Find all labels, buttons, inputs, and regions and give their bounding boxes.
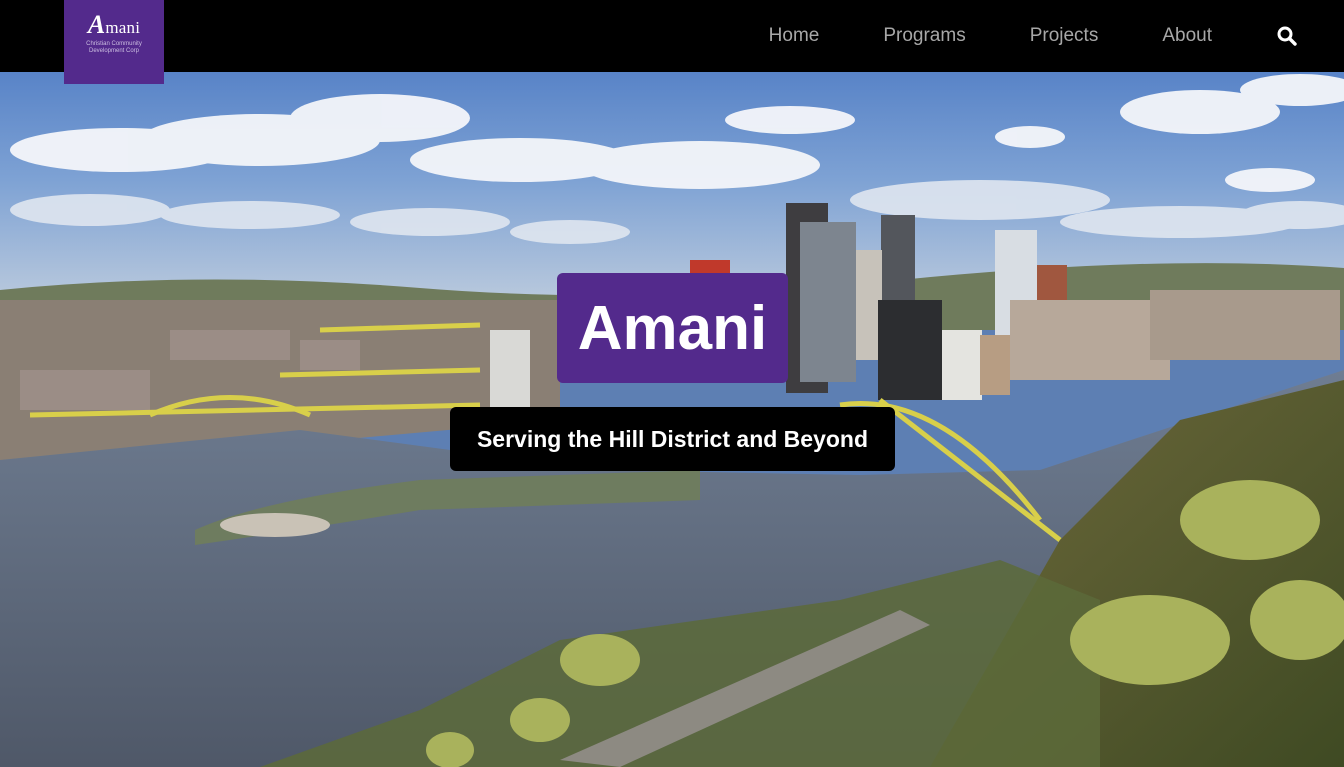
nav-link-projects[interactable]: Projects xyxy=(1030,25,1099,47)
logo-subtitle: Christian Community Development Corp xyxy=(86,41,142,54)
logo-wordmark-rest: mani xyxy=(105,18,141,37)
page: Home Programs Projects About Amani Chris… xyxy=(0,0,1344,767)
hero-tagline: Serving the Hill District and Beyond xyxy=(450,407,895,471)
logo-initial: A xyxy=(87,10,106,39)
hero-background-image xyxy=(0,0,1344,767)
nav-link-programs[interactable]: Programs xyxy=(883,25,965,47)
main-nav: Home Programs Projects About xyxy=(769,0,1344,72)
nav-link-about[interactable]: About xyxy=(1162,25,1212,47)
top-navbar: Home Programs Projects About xyxy=(0,0,1344,72)
logo-wordmark: Amani xyxy=(64,10,164,40)
site-logo[interactable]: Amani Christian Community Development Co… xyxy=(64,0,164,84)
nav-link-home[interactable]: Home xyxy=(769,25,820,47)
search-icon[interactable] xyxy=(1276,25,1298,47)
hero-title: Amani xyxy=(557,273,788,383)
